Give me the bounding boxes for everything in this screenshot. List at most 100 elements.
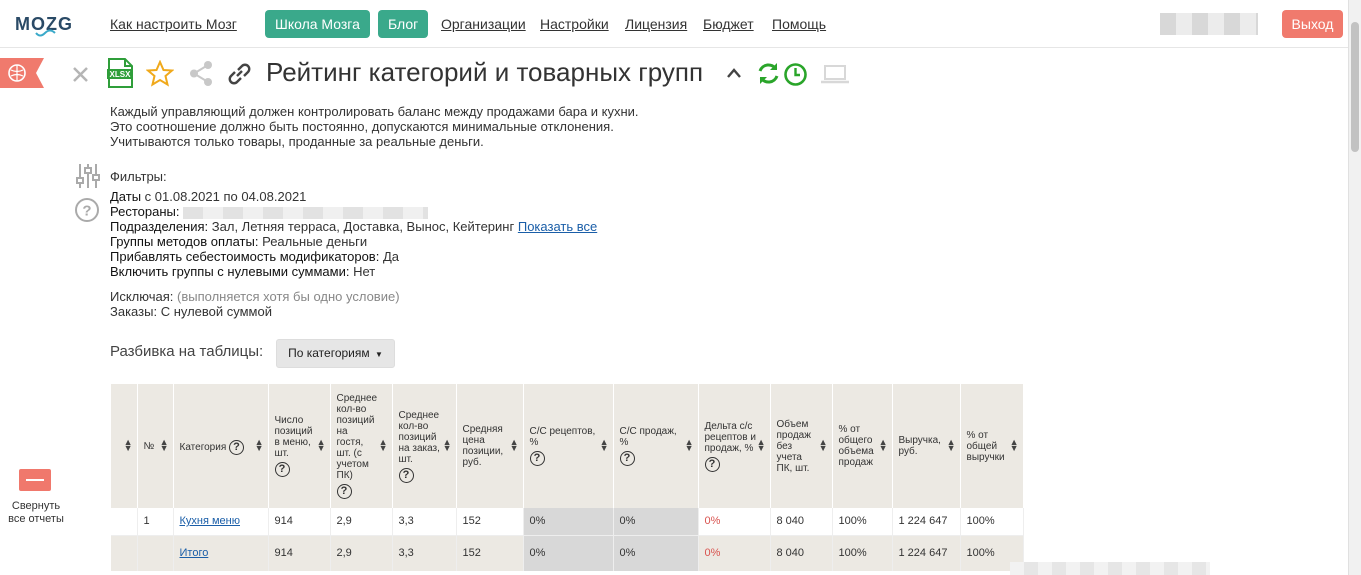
help-icon[interactable]: ? — [274, 462, 290, 477]
col-header-recipe-cost[interactable]: С/С рецептов, %? ▲ ▼ — [523, 384, 614, 508]
cell: 100% — [832, 508, 893, 536]
filter-excluding: Исключая: (выполняется хотя бы одно усло… — [110, 289, 597, 304]
filter-dates-value: с 01.08.2021 по 04.08.2021 — [144, 189, 307, 204]
scrollbar-thumb[interactable] — [1351, 22, 1359, 152]
sort-icon[interactable]: ▲ ▼ — [879, 438, 888, 453]
col-header-avg-price[interactable]: Средняя цена позиции, руб. ▲ ▼ — [456, 384, 524, 508]
table-total-row: Итого 914 2,9 3,3 152 0% 0% 0% 8 040 100… — [111, 535, 1024, 571]
cell: 152 — [456, 535, 524, 571]
col-header-volume-share[interactable]: % от общего объема продаж ▲ ▼ — [832, 384, 893, 508]
cell-number: 1 — [137, 508, 174, 536]
collapse-all-label[interactable]: Свернуть все отчеты — [2, 500, 70, 526]
split-dropdown[interactable]: По категориям ▼ — [276, 339, 395, 368]
col-header-number[interactable]: № ▲ ▼ — [137, 384, 174, 508]
cell: 100% — [832, 535, 893, 571]
filter-dates-label: Даты — [110, 189, 142, 204]
nav-button-school[interactable]: Школа Мозга — [265, 10, 370, 38]
sort-icon[interactable]: ▲ ▼ — [947, 438, 956, 453]
sort-icon[interactable]: ▲ ▼ — [379, 438, 388, 453]
sort-icon[interactable]: ▲ ▼ — [124, 438, 133, 453]
sort-icon[interactable]: ▲ ▼ — [255, 438, 264, 453]
help-icon[interactable]: ? — [229, 440, 245, 455]
filter-zero-groups: Включить группы с нулевыми суммами: Нет — [110, 264, 597, 279]
filter-modifiers-value: Да — [382, 249, 399, 264]
nav-link-how-to-setup[interactable]: Как настроить Мозг — [110, 16, 237, 32]
share-icon[interactable] — [188, 60, 214, 87]
cell: 0% — [523, 535, 614, 571]
nav-link-budget[interactable]: Бюджет — [703, 16, 754, 32]
laptop-icon[interactable] — [820, 64, 850, 84]
cell: 0% — [523, 508, 614, 536]
nav-link-help[interactable]: Помощь — [772, 16, 826, 32]
mozg-logo[interactable]: MOZG — [14, 10, 76, 38]
cell — [111, 535, 138, 571]
brain-flag-icon[interactable] — [0, 58, 44, 88]
sort-icon[interactable]: ▲ ▼ — [1010, 438, 1019, 453]
cell — [137, 535, 174, 571]
filter-orders: Заказы: С нулевой суммой — [110, 304, 597, 319]
filter-sliders-icon[interactable] — [74, 162, 102, 190]
filter-zero-label: Включить группы с нулевыми суммами: — [110, 264, 350, 279]
category-link[interactable]: Кухня меню — [180, 515, 241, 527]
clock-icon[interactable] — [783, 62, 808, 87]
col-header-select[interactable]: ▲ ▼ — [111, 384, 138, 508]
cell: 914 — [268, 535, 331, 571]
filter-payment-label: Группы методов оплаты: — [110, 234, 259, 249]
show-all-link[interactable]: Показать все — [518, 219, 597, 234]
help-icon[interactable]: ? — [619, 451, 635, 466]
col-header-category[interactable]: Категория ? ▲ ▼ — [173, 384, 269, 508]
cell — [111, 508, 138, 536]
nav-link-settings[interactable]: Настройки — [540, 16, 609, 32]
col-header-cost-delta[interactable]: Дельта с/с рецептов и продаж, %? ▲ ▼ — [698, 384, 771, 508]
nav-link-organizations[interactable]: Организации — [441, 16, 526, 32]
cell-total-label: Итого — [173, 535, 269, 571]
sort-icon[interactable]: ▲ ▼ — [317, 438, 326, 453]
help-icon[interactable]: ? — [336, 484, 352, 499]
filter-restaurants-label: Рестораны: — [110, 204, 180, 219]
sort-icon[interactable]: ▲ ▼ — [510, 438, 519, 453]
col-header-avg-per-order[interactable]: Среднее кол-во позиций на заказ, шт.? ▲ ▼ — [392, 384, 457, 508]
total-link[interactable]: Итого — [180, 547, 209, 559]
sort-icon[interactable]: ▲ ▼ — [757, 438, 766, 453]
cell: 3,3 — [392, 535, 457, 571]
xlsx-export-icon[interactable]: XLSX — [106, 58, 134, 88]
refresh-icon[interactable] — [756, 61, 781, 86]
filter-excluding-label: Исключая: — [110, 289, 174, 304]
nav-button-blog[interactable]: Блог — [378, 10, 429, 38]
col-header-avg-per-guest[interactable]: Среднее кол-во позиций на гостя, шт. (с … — [330, 384, 393, 508]
sort-icon[interactable]: ▲ ▼ — [819, 438, 828, 453]
cell: 0% — [698, 508, 771, 536]
logout-button[interactable]: Выход — [1282, 10, 1343, 38]
chevron-up-icon[interactable] — [726, 66, 742, 80]
link-icon[interactable] — [226, 61, 253, 87]
nav-link-license[interactable]: Лицензия — [625, 16, 687, 32]
restaurants-redacted — [183, 206, 429, 219]
report-title: Рейтинг категорий и товарных групп — [266, 57, 704, 87]
sort-icon[interactable]: ▲ ▼ — [443, 438, 452, 453]
cell: 100% — [960, 508, 1024, 536]
cell-category: Кухня меню — [173, 508, 269, 536]
sort-icon[interactable]: ▲ ▼ — [160, 438, 169, 453]
filter-zero-value: Нет — [353, 264, 376, 279]
filter-modifiers-label: Прибавлять себестоимость модификаторов: — [110, 249, 380, 264]
col-header-sales-cost[interactable]: С/С продаж, %? ▲ ▼ — [613, 384, 699, 508]
cell: 0% — [613, 508, 699, 536]
cell: 8 040 — [770, 535, 833, 571]
col-header-sales-volume[interactable]: Объем продаж без учета ПК, шт. ▲ ▼ — [770, 384, 833, 508]
col-header-revenue[interactable]: Выручка, руб. ▲ ▼ — [892, 384, 961, 508]
cell: 2,9 — [330, 508, 393, 536]
sort-icon[interactable]: ▲ ▼ — [685, 438, 694, 453]
close-icon[interactable] — [72, 66, 89, 83]
sort-icon[interactable]: ▲ ▼ — [600, 438, 609, 453]
collapse-all-button[interactable] — [19, 469, 51, 491]
col-header-menu-count[interactable]: Число позиций в меню, шт.? ▲ ▼ — [268, 384, 331, 508]
help-icon[interactable]: ? — [398, 467, 414, 483]
star-icon[interactable] — [146, 60, 174, 87]
help-icon[interactable]: ? — [529, 451, 545, 466]
help-icon[interactable]: ? — [704, 456, 720, 472]
help-icon[interactable]: ? — [74, 197, 100, 223]
report-description: Каждый управляющий должен контролировать… — [110, 104, 639, 149]
filter-orders-label: Заказы: — [110, 304, 158, 319]
cell: 2,9 — [330, 535, 393, 571]
col-header-revenue-share[interactable]: % от общей выручки ▲ ▼ — [960, 384, 1024, 508]
